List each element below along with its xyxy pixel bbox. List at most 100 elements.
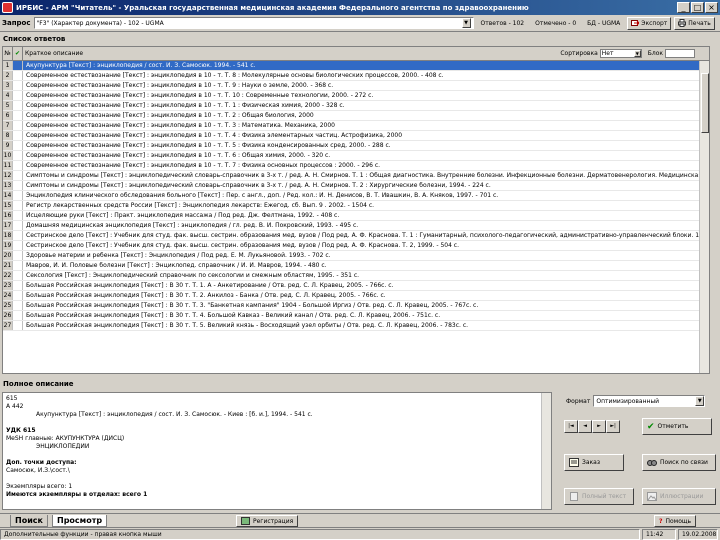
export-button[interactable]: Экспорт <box>627 16 672 30</box>
col-desc-header[interactable]: Краткое описание <box>23 50 560 57</box>
table-row[interactable]: 24 Большая Российская энциклопедия [Текст… <box>3 291 709 301</box>
chevron-down-icon[interactable]: ▼ <box>633 50 641 57</box>
row-checkbox[interactable] <box>13 91 23 100</box>
row-checkbox[interactable] <box>13 251 23 260</box>
chevron-down-icon[interactable]: ▼ <box>695 396 705 406</box>
minimize-button[interactable]: _ <box>677 2 690 13</box>
row-checkbox[interactable] <box>13 201 23 210</box>
registration-button[interactable]: Регистрация <box>236 515 299 527</box>
mark-button[interactable]: ✔ Отметить <box>642 418 712 435</box>
row-checkbox[interactable] <box>13 141 23 150</box>
row-checkbox[interactable] <box>13 61 23 70</box>
row-checkbox[interactable] <box>13 171 23 180</box>
description-scrollbar[interactable] <box>541 393 551 509</box>
row-checkbox[interactable] <box>13 111 23 120</box>
table-row[interactable]: 20 Здоровье материи и ребенка [Текст] : Э… <box>3 251 709 261</box>
row-number: 24 <box>3 291 13 300</box>
status-date: 19.02.2008 <box>678 528 718 540</box>
table-row[interactable]: 7 Современное естествознание [Текст] : эн… <box>3 121 709 131</box>
table-row[interactable]: 14 Энциклопедия клинического обследования… <box>3 191 709 201</box>
row-checkbox[interactable] <box>13 291 23 300</box>
next-record-button[interactable]: ► <box>592 420 606 433</box>
first-record-button[interactable]: |◄ <box>564 420 578 433</box>
maximize-button[interactable]: □ <box>691 2 704 13</box>
status-hint: Дополнительные функции - правая кнопка м… <box>0 528 640 540</box>
table-scrollbar[interactable] <box>699 61 709 373</box>
row-checkbox[interactable] <box>13 261 23 270</box>
row-description: Современное естествознание [Текст] : энц… <box>26 72 444 79</box>
col-num-header[interactable]: № <box>3 47 13 60</box>
row-description: Современное естествознание [Текст] : энц… <box>26 122 335 129</box>
row-checkbox[interactable] <box>13 191 23 200</box>
query-select[interactable]: "F3" (Характер документа) - 102 - UGMA ▼ <box>33 17 474 29</box>
scroll-thumb[interactable] <box>701 73 709 133</box>
row-description: Сестринское дело [Текст] : Учебник для с… <box>26 232 703 239</box>
prev-record-button[interactable]: ◄ <box>578 420 592 433</box>
table-row[interactable]: 16 Исцеляющие руки [Текст] : Практ. энцик… <box>3 211 709 221</box>
window-title: ИРБИС - АРМ "Читатель" - Уральская госуд… <box>16 3 529 12</box>
row-checkbox[interactable] <box>13 221 23 230</box>
search-by-link-button[interactable]: Поиск по связи <box>642 454 716 471</box>
table-row[interactable]: 12 Симптомы и синдромы [Текст] : энциклоп… <box>3 171 709 181</box>
sort-select[interactable]: Нет ▼ <box>599 49 642 58</box>
row-number: 22 <box>3 271 13 280</box>
table-row[interactable]: 8 Современное естествознание [Текст] : эн… <box>3 131 709 141</box>
table-row[interactable]: 18 Сестринское дело [Текст] : Учебник для… <box>3 231 709 241</box>
row-description: Мавров, И. И. Половые болезни [Текст] : … <box>26 262 327 269</box>
action-panel: Формат Оптимизированный ▼ |◄ ◄ ► ►| ✔ От… <box>560 392 720 512</box>
help-button[interactable]: ? Помощь <box>654 515 697 527</box>
row-checkbox[interactable] <box>13 231 23 240</box>
print-button[interactable]: Печать <box>674 16 715 30</box>
row-checkbox[interactable] <box>13 271 23 280</box>
table-row[interactable]: 26 Большая Российская энциклопедия [Текст… <box>3 311 709 321</box>
row-checkbox[interactable] <box>13 81 23 90</box>
table-row[interactable]: 15 Регистр лекарственных средств России [… <box>3 201 709 211</box>
row-checkbox[interactable] <box>13 241 23 250</box>
table-row[interactable]: 5 Современное естествознание [Текст] : эн… <box>3 101 709 111</box>
format-select[interactable]: Оптимизированный ▼ <box>593 395 706 407</box>
status-time: 11:42 <box>642 528 676 540</box>
close-button[interactable]: × <box>705 2 718 13</box>
table-row[interactable]: 2 Современное естествознание [Текст] : эн… <box>3 71 709 81</box>
order-button[interactable]: Заказ <box>564 454 624 471</box>
row-description: Регистр лекарственных средств России [Те… <box>26 202 375 209</box>
tab-search[interactable]: Поиск <box>10 515 48 527</box>
table-row[interactable]: 19 Сестринское дело [Текст] : Учебник для… <box>3 241 709 251</box>
sort-label: Сортировка <box>560 50 598 57</box>
illustrations-button[interactable]: Иллюстрации <box>642 488 716 505</box>
table-row[interactable]: 11 Современное естествознание [Текст] : э… <box>3 161 709 171</box>
sort2-select[interactable] <box>665 49 695 58</box>
row-checkbox[interactable] <box>13 121 23 130</box>
row-checkbox[interactable] <box>13 151 23 160</box>
table-row[interactable]: 22 Сексология [Текст] : Энциклопедический… <box>3 271 709 281</box>
row-checkbox[interactable] <box>13 181 23 190</box>
table-row[interactable]: 21 Мавров, И. И. Половые болезни [Текст] … <box>3 261 709 271</box>
table-row[interactable]: 13 Симптомы и синдромы [Текст] : энциклоп… <box>3 181 709 191</box>
row-checkbox[interactable] <box>13 281 23 290</box>
row-checkbox[interactable] <box>13 211 23 220</box>
row-checkbox[interactable] <box>13 161 23 170</box>
table-row[interactable]: 17 Домашняя медицинская энциклопедия [Тек… <box>3 221 709 231</box>
row-number: 21 <box>3 261 13 270</box>
row-checkbox[interactable] <box>13 311 23 320</box>
chevron-down-icon[interactable]: ▼ <box>461 18 471 28</box>
table-row[interactable]: 25 Большая Российская энциклопедия [Текст… <box>3 301 709 311</box>
row-checkbox[interactable] <box>13 71 23 80</box>
row-checkbox[interactable] <box>13 101 23 110</box>
table-row[interactable]: 10 Современное естествознание [Текст] : э… <box>3 151 709 161</box>
table-row[interactable]: 27 Большая Российская энциклопедия [Текст… <box>3 321 709 331</box>
fulltext-button[interactable]: Полный текст <box>564 488 634 505</box>
table-row[interactable]: 6 Современное естествознание [Текст] : эн… <box>3 111 709 121</box>
table-row[interactable]: 3 Современное естествознание [Текст] : эн… <box>3 81 709 91</box>
row-checkbox[interactable] <box>13 301 23 310</box>
row-number: 6 <box>3 111 13 120</box>
row-checkbox[interactable] <box>13 321 23 330</box>
tab-view[interactable]: Просмотр <box>52 515 108 527</box>
check-icon[interactable]: ✔ <box>13 47 23 60</box>
table-row[interactable]: 9 Современное естествознание [Текст] : эн… <box>3 141 709 151</box>
table-row[interactable]: 23 Большая Российская энциклопедия [Текст… <box>3 281 709 291</box>
table-row[interactable]: 4 Современное естествознание [Текст] : эн… <box>3 91 709 101</box>
last-record-button[interactable]: ►| <box>606 420 620 433</box>
table-row[interactable]: 1 Акупунктура [Текст] : энциклопедия / со… <box>3 61 709 71</box>
row-checkbox[interactable] <box>13 131 23 140</box>
